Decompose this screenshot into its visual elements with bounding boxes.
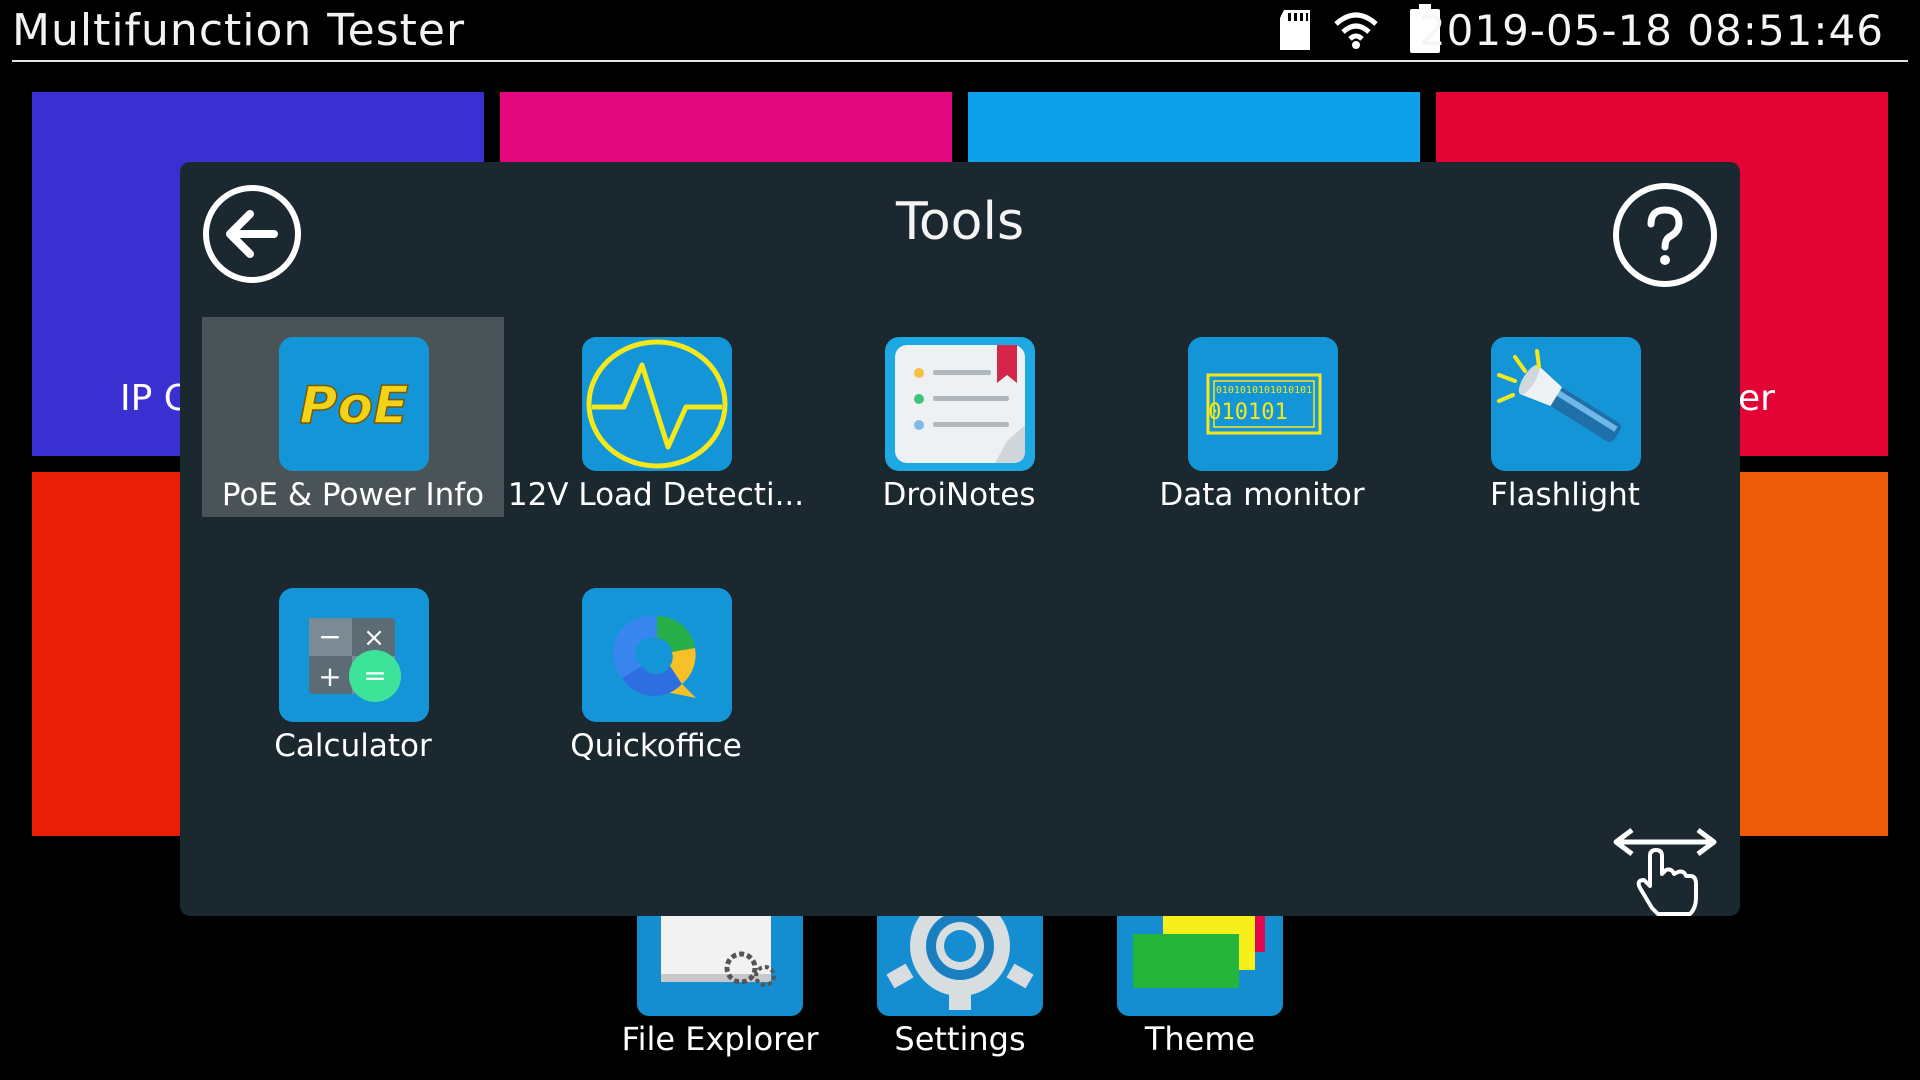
red-tile-label: er xyxy=(1738,378,1775,419)
wifi-icon xyxy=(1334,12,1378,54)
app-flashlight[interactable]: Flashlight xyxy=(1414,317,1716,517)
calc-equals: = xyxy=(363,659,386,692)
back-arrow-icon xyxy=(203,185,301,283)
app-12v-load-detection[interactable]: 12V Load Detecti... xyxy=(505,317,807,517)
app-poe-power-info[interactable]: PoE PoE & Power Info xyxy=(202,317,504,517)
file-explorer-icon xyxy=(637,916,803,1016)
quickoffice-icon xyxy=(582,588,732,722)
app-label: Calculator xyxy=(274,728,432,764)
ip-tile-label: IP C xyxy=(120,378,189,419)
data-monitor-icon-top: 0101010101010101 xyxy=(1216,385,1312,396)
app-label: Data monitor xyxy=(1159,477,1365,513)
poe-icon-text: PoE xyxy=(299,376,408,436)
data-monitor-icon-main: 010101 xyxy=(1208,400,1287,425)
help-icon xyxy=(1613,183,1717,287)
app-label: 12V Load Detecti... xyxy=(507,477,805,513)
app-title: Multifunction Tester xyxy=(12,5,466,56)
dock-file-explorer-label: File Explorer xyxy=(621,1020,819,1058)
theme-icon xyxy=(1117,916,1283,1016)
app-quickoffice[interactable]: Quickoffice xyxy=(505,568,807,768)
back-button[interactable] xyxy=(202,184,302,284)
status-bar: Multifunction Tester 2019-05-18 08:51:46 xyxy=(0,0,1920,62)
app-label: Quickoffice xyxy=(570,728,742,764)
status-divider xyxy=(12,60,1908,62)
calculator-icon: − × + = xyxy=(279,588,429,722)
calc-minus: − xyxy=(318,620,341,653)
notes-icon xyxy=(885,337,1035,471)
app-droinotes[interactable]: DroiNotes xyxy=(808,317,1110,517)
data-monitor-icon: 0101010101010101 010101 xyxy=(1188,337,1338,471)
flashlight-icon xyxy=(1491,337,1641,471)
app-label: PoE & Power Info xyxy=(221,477,485,513)
app-data-monitor[interactable]: 0101010101010101 010101 Data monitor xyxy=(1111,317,1413,517)
tools-dialog: Tools PoE PoE & Power Info 12V Load Dete… xyxy=(180,162,1740,916)
modal-title: Tools xyxy=(895,192,1025,252)
swipe-hand-icon xyxy=(1610,822,1720,918)
gear-icon xyxy=(877,916,1043,1016)
app-label: Flashlight xyxy=(1490,477,1640,513)
datetime: 2019-05-18 08:51:46 xyxy=(1418,6,1884,55)
calc-plus: + xyxy=(318,660,341,693)
dock-theme-label: Theme xyxy=(1144,1020,1256,1058)
app-calculator[interactable]: − × + = Calculator xyxy=(202,568,504,768)
dock-settings-label: Settings xyxy=(894,1020,1026,1058)
poe-icon: PoE xyxy=(279,337,429,471)
sd-card-icon xyxy=(1276,8,1316,56)
help-button[interactable] xyxy=(1612,182,1718,288)
load-detection-icon xyxy=(582,337,732,471)
calc-times: × xyxy=(363,623,385,653)
app-label: DroiNotes xyxy=(882,477,1036,513)
